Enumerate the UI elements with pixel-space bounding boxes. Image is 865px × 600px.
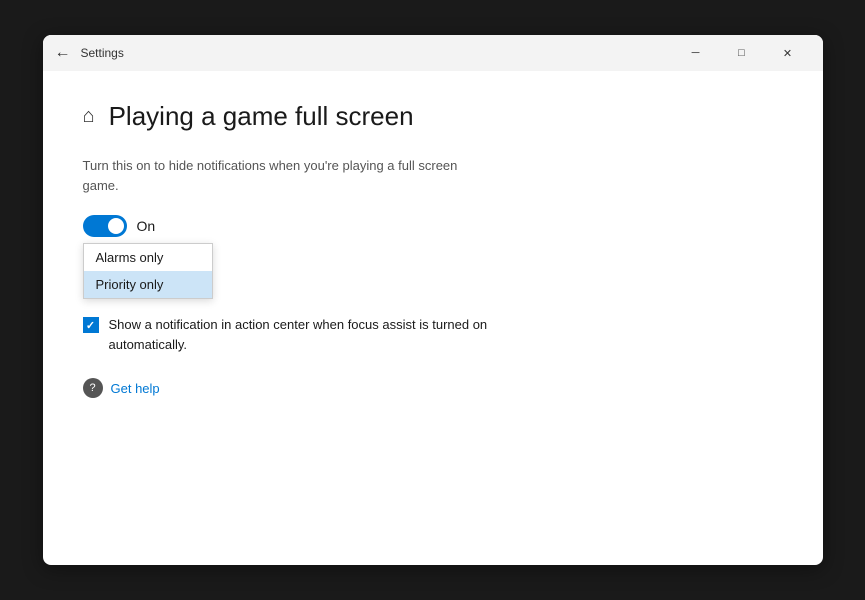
page-description: Turn this on to hide notifications when … bbox=[83, 156, 463, 195]
notification-checkbox[interactable]: ✓ bbox=[83, 317, 99, 333]
checkbox-label: Show a notification in action center whe… bbox=[109, 315, 503, 354]
focus-assist-toggle[interactable] bbox=[83, 215, 127, 237]
help-row: ? Get help bbox=[83, 378, 783, 398]
dropdown-item-priority-only[interactable]: Priority only bbox=[84, 271, 212, 298]
toggle-row: On bbox=[83, 215, 783, 237]
help-icon: ? bbox=[83, 378, 103, 398]
back-button[interactable]: ← bbox=[55, 44, 71, 62]
toggle-label: On bbox=[137, 218, 156, 234]
titlebar: ← Settings ─ □ ✕ bbox=[43, 35, 823, 71]
dropdown-container: Alarms only Priority only bbox=[83, 243, 783, 299]
dropdown-item-alarms-only[interactable]: Alarms only bbox=[84, 244, 212, 271]
checkbox-row: ✓ Show a notification in action center w… bbox=[83, 315, 503, 354]
page-header: ⌂ Playing a game full screen bbox=[83, 101, 783, 132]
content-area: ⌂ Playing a game full screen Turn this o… bbox=[43, 71, 823, 565]
page-title: Playing a game full screen bbox=[109, 101, 414, 132]
minimize-button[interactable]: ─ bbox=[673, 35, 719, 71]
window-title: Settings bbox=[81, 46, 673, 60]
dropdown-menu: Alarms only Priority only bbox=[83, 243, 213, 299]
settings-window: ← Settings ─ □ ✕ ⌂ Playing a game full s… bbox=[43, 35, 823, 565]
maximize-button[interactable]: □ bbox=[719, 35, 765, 71]
close-button[interactable]: ✕ bbox=[765, 35, 811, 71]
checkbox-check-icon: ✓ bbox=[86, 319, 95, 332]
get-help-link[interactable]: Get help bbox=[111, 381, 160, 396]
home-icon: ⌂ bbox=[83, 105, 95, 128]
window-controls: ─ □ ✕ bbox=[673, 35, 811, 71]
